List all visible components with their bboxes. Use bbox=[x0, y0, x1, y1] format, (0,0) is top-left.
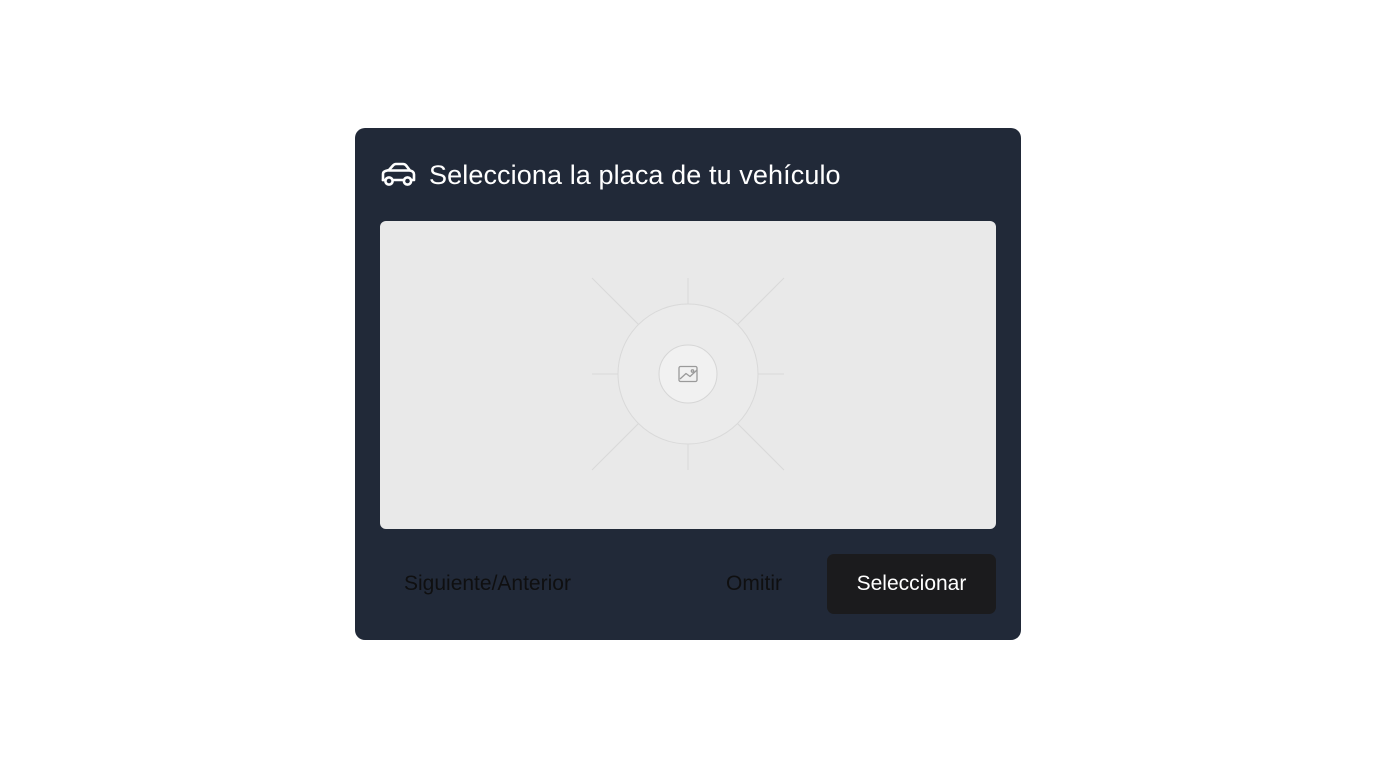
next-previous-button[interactable]: Siguiente/Anterior bbox=[380, 554, 595, 614]
dialog-title: Selecciona la placa de tu vehículo bbox=[429, 159, 841, 190]
select-button[interactable]: Seleccionar bbox=[827, 554, 996, 614]
image-placeholder bbox=[591, 277, 785, 471]
plate-selection-dialog: Selecciona la placa de tu vehículo Sigui… bbox=[355, 128, 1021, 640]
dialog-footer: Siguiente/Anterior Omitir Seleccionar bbox=[380, 554, 996, 614]
dialog-header: Selecciona la placa de tu vehículo bbox=[380, 158, 841, 192]
skip-button[interactable]: Omitir bbox=[702, 554, 806, 614]
car-icon bbox=[380, 161, 416, 189]
plate-image-area bbox=[380, 221, 996, 529]
